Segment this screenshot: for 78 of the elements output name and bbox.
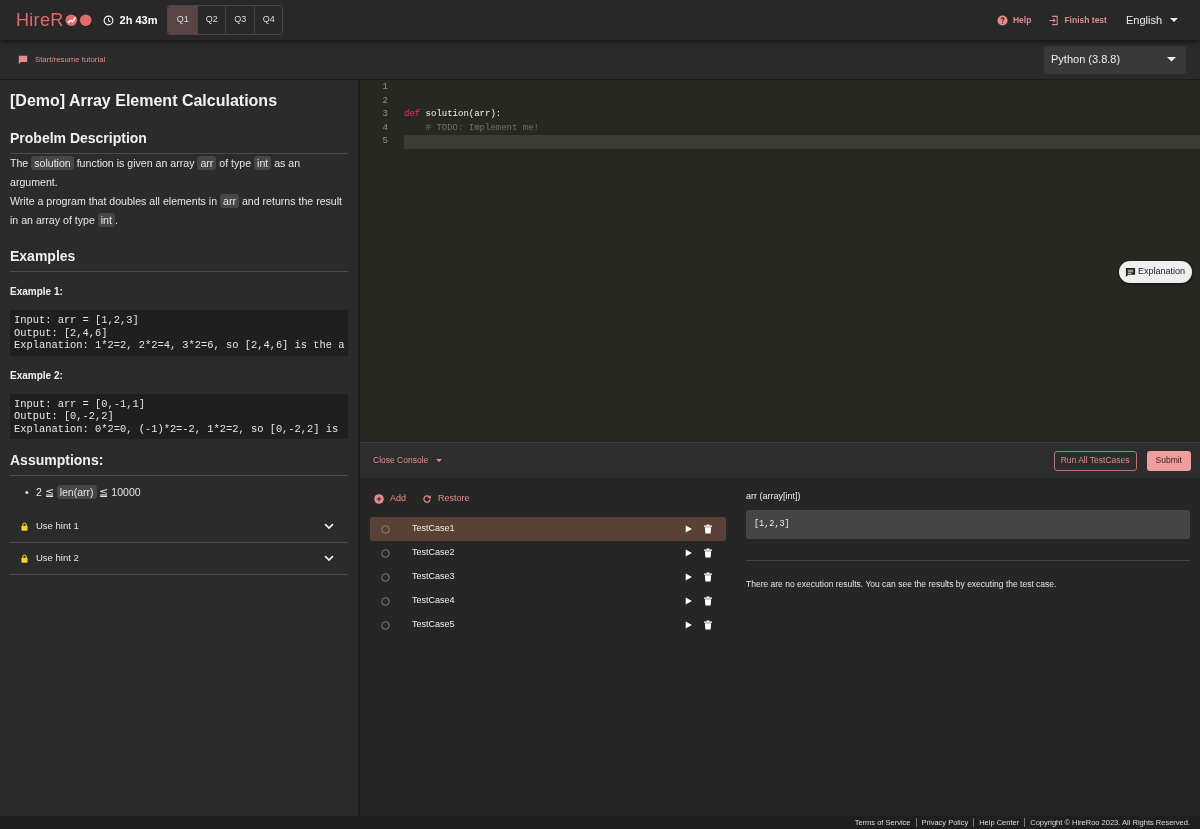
console-toggle[interactable]: Close Console xyxy=(373,454,443,467)
radio-button[interactable] xyxy=(381,572,390,582)
play-icon[interactable] xyxy=(685,597,692,605)
speech-bubble-icon xyxy=(18,54,28,65)
example-title: Example 1: xyxy=(10,285,64,299)
hint-row[interactable]: Use hint 1 xyxy=(10,511,348,543)
exit-icon xyxy=(1048,14,1060,26)
timer: 2h 43m xyxy=(119,12,158,28)
code-editor[interactable]: 1 2 3 def solution(arr): 4 # TODO: Implement me! 5 Explanation xyxy=(360,80,1200,442)
play-icon[interactable] xyxy=(685,573,692,581)
section-heading: Assumptions: xyxy=(10,451,105,470)
result-message: There are no execution results. You can see the results by executing the test case. xyxy=(746,578,1058,591)
section-heading: Probelm Description xyxy=(10,129,148,148)
caret-icon xyxy=(436,459,443,462)
run-all-button[interactable]: Run All TestCases xyxy=(1053,450,1137,471)
language-dropdown[interactable]: English xyxy=(1125,11,1178,29)
radio-button[interactable] xyxy=(381,548,390,558)
test-case-row[interactable]: TestCase4 xyxy=(370,589,726,613)
test-case-row[interactable]: TestCase3 xyxy=(370,565,726,589)
test-case-row[interactable]: TestCase1 xyxy=(370,517,726,541)
logo: HireR xyxy=(16,11,92,29)
test-case-name: TestCase5 xyxy=(412,618,455,632)
add-button[interactable]: Add xyxy=(374,492,406,506)
trash-icon[interactable] xyxy=(704,548,712,558)
line-number: 4 xyxy=(381,121,388,135)
help-link[interactable]: Help xyxy=(997,13,1032,27)
test-case-name: TestCase4 xyxy=(412,594,455,608)
plus-circle-icon xyxy=(374,494,384,504)
chat-icon xyxy=(1124,266,1136,278)
test-case-row[interactable]: TestCase5 xyxy=(370,613,726,637)
input-field[interactable]: [1,2,3] xyxy=(746,510,1190,539)
play-icon[interactable] xyxy=(685,525,692,533)
trash-icon[interactable] xyxy=(704,620,712,630)
hint-row[interactable]: Use hint 2 xyxy=(10,543,348,575)
trash-icon[interactable] xyxy=(704,524,712,534)
question-tab[interactable]: Q2 xyxy=(196,6,226,34)
caret-icon xyxy=(1167,57,1176,62)
input-label: arr (array[int]) xyxy=(746,490,802,502)
hint-label: Use hint 1 xyxy=(36,519,79,534)
radio-button[interactable] xyxy=(381,596,390,606)
description-text: Write a program that doubles all elements in arr and returns the result in an array of type int . xyxy=(10,193,344,229)
hint-label: Use hint 2 xyxy=(36,551,79,566)
code-block: Input: arr = [1,2,3] Output: [2,4,6] Explanation: 1*2=2, 2*2=4, 3*2=6, so [2,4,6] is the a xyxy=(10,310,348,356)
problem-title: [Demo] Array Element Calculations xyxy=(10,91,279,111)
assumption-text: 2 ≦ len(arr) ≦ 10000 xyxy=(36,484,141,501)
line-number: 2 xyxy=(381,94,388,108)
question-tab[interactable]: Q1 xyxy=(168,6,197,34)
test-case-name: TestCase2 xyxy=(412,546,455,560)
code-line: def solution(arr): xyxy=(404,108,502,121)
line-number: 5 xyxy=(381,135,388,148)
description-text: The solution function is given an array arr of type int as an argument. xyxy=(10,155,302,190)
question-tab[interactable]: Q3 xyxy=(225,6,254,34)
trash-icon[interactable] xyxy=(704,572,712,582)
submit-button[interactable]: Submit xyxy=(1146,450,1191,471)
refresh-icon xyxy=(422,494,432,504)
line-number: 3 xyxy=(381,108,388,121)
example-title: Example 2: xyxy=(10,368,64,383)
play-icon[interactable] xyxy=(685,621,692,629)
trash-icon[interactable] xyxy=(704,596,712,606)
radio-button[interactable] xyxy=(381,524,390,534)
clock-icon xyxy=(102,14,114,26)
question-tab[interactable]: Q4 xyxy=(253,6,283,34)
explanation-button[interactable]: Explanation xyxy=(1118,261,1192,283)
test-case-name: TestCase1 xyxy=(412,522,455,536)
section-heading: Examples xyxy=(10,247,77,266)
line-number: 1 xyxy=(381,81,388,94)
code-line: # TODO: Implement me! xyxy=(424,121,540,135)
code-block: Input: arr = [0,-1,1] Output: [0,-2,2] Explanation: 0*2=0, (-1)*2=-2, 1*2=2, so [0,-2,2] is xyxy=(10,393,348,439)
test-case-name: TestCase3 xyxy=(412,570,455,584)
help-icon xyxy=(997,14,1008,26)
language-select[interactable]: Python (3.8.8) xyxy=(1044,45,1186,74)
bullet: • xyxy=(25,485,30,500)
radio-button[interactable] xyxy=(381,620,390,630)
test-case-row[interactable]: TestCase2 xyxy=(370,541,726,565)
play-icon[interactable] xyxy=(685,549,692,557)
finish-test-link[interactable]: Finish test xyxy=(1048,13,1107,27)
caret-icon xyxy=(1170,18,1178,22)
restore-button[interactable]: Restore xyxy=(422,492,470,506)
